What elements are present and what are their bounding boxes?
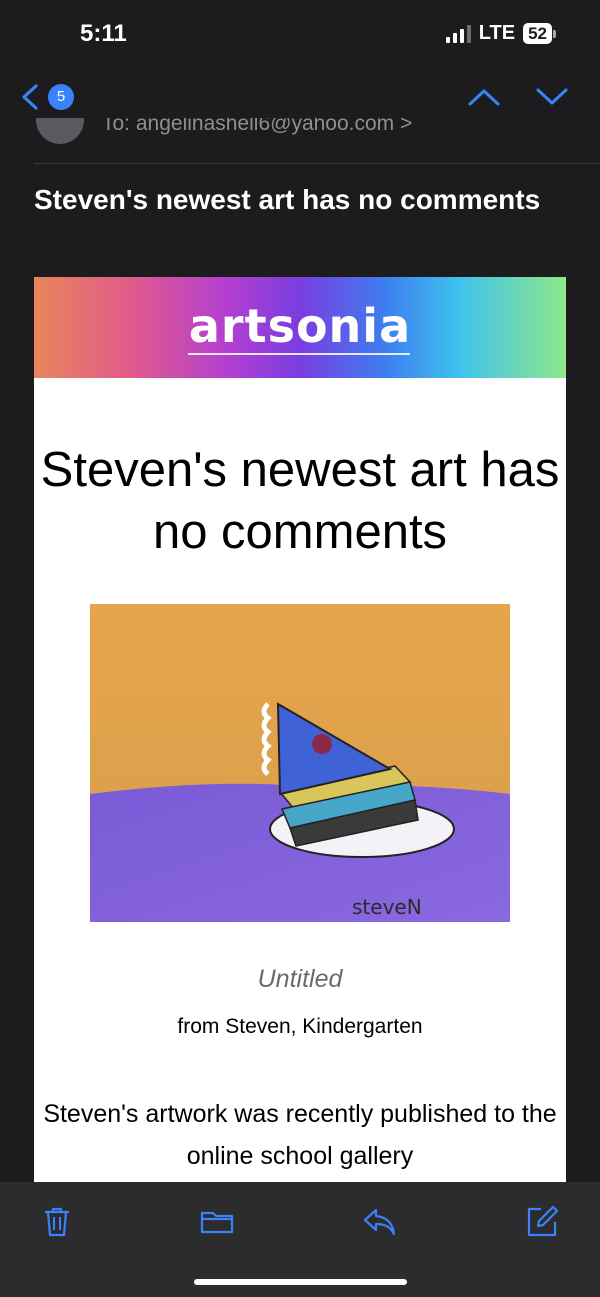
artwork-author: from Steven, Kindergarten — [177, 1015, 423, 1038]
trash-icon[interactable] — [40, 1204, 74, 1238]
logo-underline — [188, 353, 410, 355]
recipient-line: To: angelinashell6@yahoo.com > — [102, 118, 413, 135]
artwork-signature: steveN — [352, 895, 422, 919]
chevron-left-icon[interactable] — [16, 82, 46, 112]
compose-icon[interactable] — [525, 1204, 559, 1238]
chevron-up-icon[interactable] — [466, 82, 502, 112]
artsonia-logo: artsonia — [188, 299, 412, 353]
avatar — [36, 118, 84, 144]
artwork-image[interactable]: steveN — [90, 604, 510, 922]
artwork-title: Untitled — [257, 965, 343, 993]
email-subject: Steven's newest art has no comments — [34, 184, 541, 215]
artsonia-banner[interactable]: artsonia — [34, 277, 566, 378]
home-indicator[interactable] — [194, 1279, 407, 1285]
network-label: LTE — [478, 22, 516, 44]
folder-icon[interactable] — [200, 1204, 234, 1238]
reply-icon[interactable] — [362, 1204, 396, 1238]
battery-icon: 52 — [523, 23, 556, 44]
signal-icon — [445, 24, 471, 43]
email-headline: Steven's newest art has no comments — [40, 443, 560, 559]
email-body-card: artsonia Steven's newest art has no comm… — [34, 277, 566, 1182]
status-bar: 5:11 LTE 52 — [0, 0, 600, 70]
unread-count-badge[interactable]: 5 — [48, 84, 74, 110]
status-time: 5:11 — [80, 20, 127, 47]
status-indicators: LTE 52 — [445, 22, 556, 45]
email-body-text: Steven's artwork was recently published … — [43, 1100, 557, 1170]
battery-level: 52 — [523, 23, 552, 44]
recipient-row[interactable]: To: angelinashell6@yahoo.com > — [0, 118, 600, 164]
chevron-down-icon[interactable] — [534, 82, 570, 112]
header-divider — [34, 163, 600, 164]
